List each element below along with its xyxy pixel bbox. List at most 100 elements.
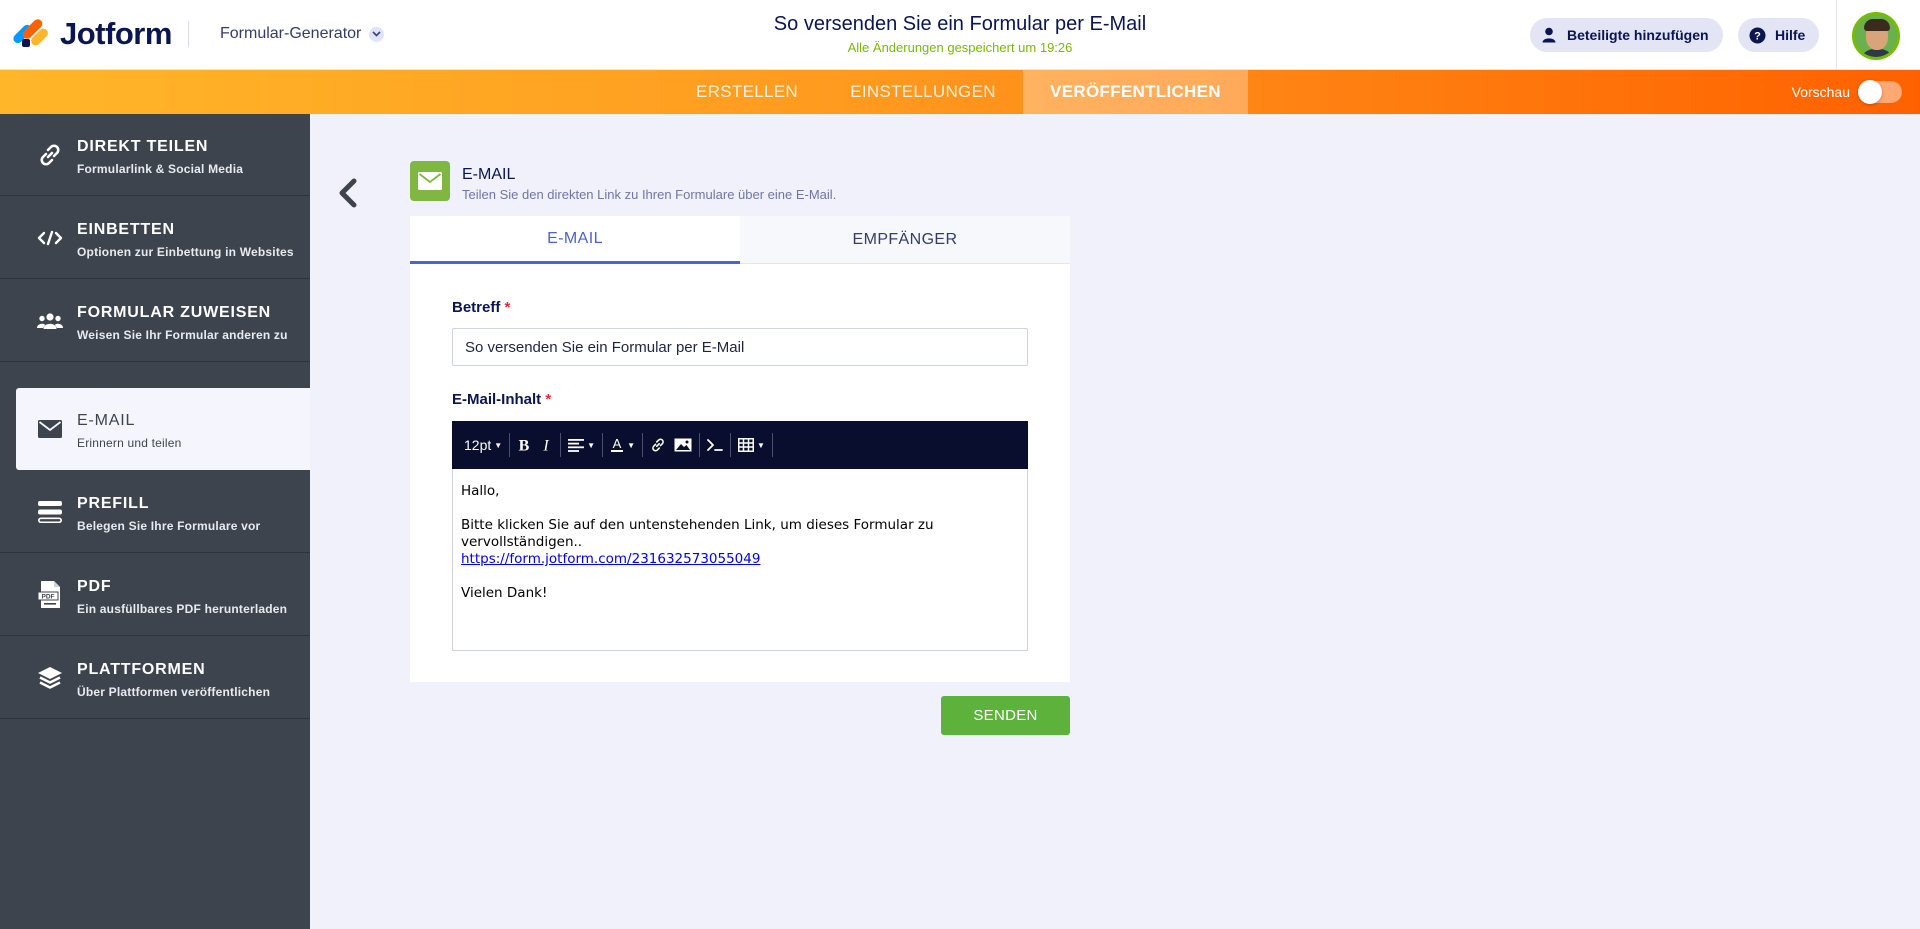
insert-link-button[interactable] [646,421,670,469]
sidebar-item-title: PLATTFORMEN [77,661,206,678]
users-icon [36,307,64,335]
font-size-dropdown[interactable]: 12pt ▼ [460,421,506,469]
editor-toolbar: 12pt ▼ B I ▼ A ▼ ▼ [452,421,1028,469]
sidebar-item-direkt-teilen[interactable]: DIREKT TEILEN Formularlink & Social Medi… [0,114,310,196]
toolbar-divider [509,433,511,457]
sidebar-item-title: PREFILL [77,495,150,512]
caret-down-icon: ▼ [627,440,636,450]
help-icon: ? [1748,26,1766,44]
insert-image-button[interactable] [670,421,696,469]
link-icon [652,438,664,452]
top-header: Jotform Formular-Generator So versenden … [0,0,1920,70]
svg-text:PDF: PDF [42,594,55,601]
add-participants-button[interactable]: Beteiligte hinzufügen [1530,18,1723,52]
form-title[interactable]: So versenden Sie ein Formular per E-Mail [660,13,1260,36]
subject-label: Betreff * [452,299,511,316]
builder-nav: ERSTELLEN EINSTELLUNGEN VERÖFFENTLICHEN … [0,70,1920,114]
toolbar-divider [602,433,604,457]
preview-label: Vorschau [1791,84,1850,100]
body-label: E-Mail-Inhalt * [452,391,552,408]
chevron-left-icon [339,178,357,208]
email-card: E-MAIL EMPFÄNGER Betreff * E-Mail-Inhalt… [410,216,1070,682]
avatar[interactable] [1852,12,1900,60]
pdf-icon: PDF [36,581,64,609]
saved-status: Alle Änderungen gespeichert um 19:26 [847,40,1073,55]
preview-toggle[interactable] [1858,80,1902,104]
caret-down-icon: ▼ [587,440,596,450]
avatar-divider [1836,0,1837,70]
toolbar-divider [730,433,732,457]
chevron-down-icon [369,26,385,42]
svg-text:A: A [613,437,622,451]
add-participants-label: Beteiligte hinzufügen [1567,27,1709,43]
font-size-value: 12pt [464,437,492,453]
sidebar-item-subtitle: Über Plattformen veröffentlichen [77,685,271,699]
sidebar-item-subtitle: Optionen zur Einbettung in Websites [77,245,294,259]
toolbar-divider [699,433,701,457]
tab-erstellen[interactable]: ERSTELLEN [680,70,814,114]
toolbar-divider [560,433,562,457]
insert-code-button[interactable] [703,421,727,469]
align-left-icon [568,438,585,452]
help-label: Hilfe [1775,27,1806,43]
sidebar-item-title: DIREKT TEILEN [77,138,209,155]
sidebar-item-title: E-MAIL [77,412,136,429]
sidebar-item-subtitle: Ein ausfüllbares PDF herunterladen [77,602,288,616]
tab-empfaenger[interactable]: EMPFÄNGER [740,216,1070,264]
tab-veroeffentlichen[interactable]: VERÖFFENTLICHEN [1023,70,1248,114]
email-body-editor[interactable]: Hallo, Bitte klicken Sie auf den untenst… [452,469,1028,651]
logo-text: Jotform [60,16,172,51]
sidebar-item-subtitle: Belegen Sie Ihre Formulare vor [77,519,261,533]
svg-text:?: ? [1754,30,1761,42]
sidebar-item-prefill[interactable]: PREFILL Belegen Sie Ihre Formulare vor [0,471,310,553]
envelope-icon [36,415,64,443]
send-button[interactable]: SENDEN [941,696,1070,735]
sidebar-item-title: EINBETTEN [77,221,175,238]
subject-input[interactable] [452,328,1028,366]
bold-icon: B [519,438,530,454]
logo-divider [187,21,189,47]
italic-button[interactable]: I [535,421,557,469]
sidebar-item-formular-zuweisen[interactable]: FORMULAR ZUWEISEN Weisen Sie Ihr Formula… [0,280,310,362]
sidebar-item-title: FORMULAR ZUWEISEN [77,304,272,321]
preview-toggle-area: Vorschau [1792,70,1902,114]
bold-button[interactable]: B [513,421,535,469]
tab-e-mail[interactable]: E-MAIL [410,216,740,264]
terminal-icon [707,439,723,451]
table-icon [738,438,755,452]
text-color-icon: A [611,437,624,452]
publish-sidebar: DIREKT TEILEN Formularlink & Social Medi… [0,114,310,929]
user-icon [1540,26,1558,44]
svg-text:B: B [519,438,530,454]
body-greeting: Hallo, [461,483,500,499]
section-subtitle: Teilen Sie den direkten Link zu Ihren Fo… [462,187,837,202]
prefill-icon [36,498,64,526]
caret-down-icon: ▼ [494,440,503,450]
sidebar-item-title: PDF [77,578,112,595]
table-dropdown[interactable]: ▼ [734,421,769,469]
envelope-icon [410,161,450,201]
tab-einstellungen[interactable]: EINSTELLUNGEN [836,70,1010,114]
jotform-logo[interactable]: Jotform [11,16,189,52]
required-asterisk: * [545,391,552,408]
toolbar-divider [642,433,644,457]
required-asterisk: * [504,299,511,316]
sidebar-item-subtitle: Weisen Sie Ihr Formular anderen zu [77,328,288,342]
form-title-area: So versenden Sie ein Formular per E-Mail… [660,13,1260,55]
sidebar-item-subtitle: Formularlink & Social Media [77,162,244,176]
text-color-dropdown[interactable]: A ▼ [606,421,639,469]
layers-icon [36,664,64,692]
link-icon [36,141,64,169]
align-dropdown[interactable]: ▼ [564,421,599,469]
section-title: E-MAIL [462,166,516,183]
help-button[interactable]: ? Hilfe [1738,18,1820,52]
form-builder-dropdown[interactable]: Formular-Generator [220,25,385,43]
jotform-logo-icon [11,17,50,51]
form-link[interactable]: https://form.jotform.com/231632573055049 [461,551,760,567]
sidebar-item-pdf[interactable]: PDF PDF Ein ausfüllbares PDF herunterlad… [0,554,310,636]
svg-text:I: I [543,438,550,454]
sidebar-item-e-mail[interactable]: E-MAIL Erinnern und teilen [16,388,310,470]
sidebar-item-plattformen[interactable]: PLATTFORMEN Über Plattformen veröffentli… [0,637,310,719]
sidebar-item-einbetten[interactable]: EINBETTEN Optionen zur Einbettung in Web… [0,197,310,279]
back-button[interactable] [336,176,362,210]
